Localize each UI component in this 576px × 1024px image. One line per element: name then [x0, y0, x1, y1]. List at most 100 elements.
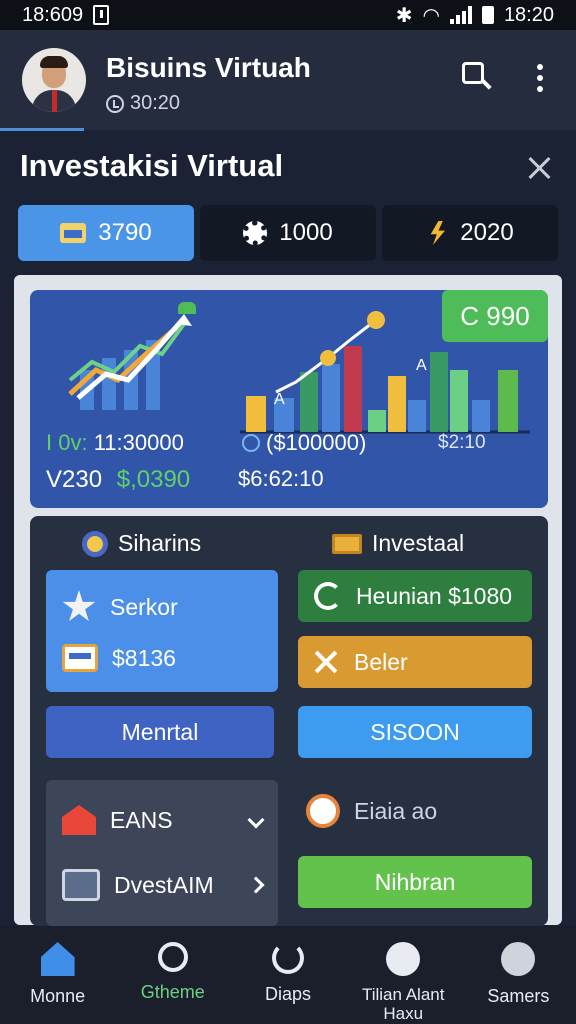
battery-icon — [481, 6, 494, 24]
signal-icon — [449, 6, 472, 24]
stat-5-value: $6:62:10 — [238, 466, 324, 491]
serkor-row: Serkor — [62, 590, 178, 624]
nihbran-label: Nihbran — [374, 868, 456, 895]
nav-diaps[interactable]: Diaps — [230, 926, 345, 1024]
nav-theme-label: Gtheme — [140, 982, 205, 1002]
right-heading-text: Investaal — [372, 530, 465, 556]
amount-row: $8136 — [62, 644, 176, 672]
stat-2-value: ($100000) — [266, 430, 367, 455]
header-title: Bisuins Virtuah — [106, 52, 311, 83]
bar-label-a1: A — [274, 391, 285, 408]
chip-bolt-label: 2020 — [460, 219, 514, 246]
list-item-eans[interactable]: EANS — [62, 805, 265, 835]
stat-1-label: I 0v: — [46, 430, 88, 455]
growth-arrow-graphic — [68, 314, 192, 410]
nav-samers[interactable]: Samers — [461, 926, 576, 1024]
user-icon — [501, 942, 536, 976]
sun-icon — [82, 530, 108, 557]
stat-4-label: V230 — [46, 466, 103, 493]
more-options-button[interactable] — [530, 60, 550, 96]
header-subtitle-text: 30:20 — [130, 92, 181, 114]
nav-theme[interactable]: Gtheme — [115, 926, 230, 1024]
wallet-icon — [60, 223, 87, 243]
chip-gear[interactable]: 1000 — [200, 205, 376, 261]
search-icon — [157, 942, 188, 972]
filter-chips: 3790 1000 2020 — [18, 205, 558, 261]
list-item-dvestaim[interactable]: DvestAIM — [62, 869, 265, 901]
nihbran-button[interactable]: Nihbran — [298, 856, 532, 908]
eiaia-row: Eiaia ao — [306, 794, 437, 828]
chip-gear-label: 1000 — [279, 219, 333, 246]
stat-1-value: 11:30000 — [93, 430, 184, 455]
chevron-down-icon — [247, 811, 265, 829]
star-icon — [62, 590, 96, 621]
stat-1: I 0v: 11:30000 — [46, 430, 184, 456]
avatar[interactable] — [22, 48, 86, 112]
wifi-icon: ◠ — [422, 4, 440, 27]
nav-samers-label: Samers — [487, 986, 550, 1006]
chip-wallet[interactable]: 3790 — [18, 205, 194, 261]
plant-icon — [178, 302, 196, 314]
chevron-icon — [247, 876, 265, 894]
device-icon — [62, 869, 100, 901]
nav-home[interactable]: Monne — [0, 926, 115, 1024]
list-item-dvestaim-label: DvestAIM — [114, 871, 214, 898]
mascot-icon — [306, 794, 340, 828]
page-title: Investakisi Virtual — [20, 148, 284, 183]
serkor-label: Serkor — [110, 593, 178, 620]
close-x-icon — [314, 650, 338, 674]
chip-bolt[interactable]: 2020 — [382, 205, 558, 261]
overview-card[interactable]: A A C 990 I 0v: 11:30000 ($100000) $2:10… — [30, 290, 548, 508]
nav-tilian-label: Tilian Alant Haxu — [361, 985, 445, 1023]
bottom-nav: Monne Gtheme Diaps Tilian Alant Haxu Sam… — [0, 926, 576, 1024]
menrtal-label: Menrtal — [121, 718, 199, 745]
left-heading: Siharins — [82, 530, 201, 557]
close-button[interactable] — [528, 156, 552, 180]
heunian-button[interactable]: Heunian $1080 — [298, 570, 532, 622]
stat-4: V230 $,0390 — [46, 466, 190, 494]
sisoon-button[interactable]: SISOON — [298, 706, 532, 758]
stat-3-value: $2:10 — [438, 432, 486, 453]
status-bar: 18:609 ✱ ◠ 18:20 — [0, 0, 576, 30]
bluetooth-icon: ✱ — [395, 4, 413, 27]
home-icon — [40, 942, 75, 976]
actions-panel: Siharins Investaal Serkor $8136 Heunian … — [30, 516, 548, 926]
status-time-right: 18:20 — [503, 3, 554, 26]
beler-button[interactable]: Beler — [298, 636, 532, 688]
nav-tilian[interactable]: Tilian Alant Haxu — [346, 926, 461, 1024]
house-icon — [62, 805, 96, 835]
bolt-icon — [430, 221, 445, 245]
sisoon-label: SISOON — [370, 718, 460, 745]
chip-wallet-label: 3790 — [98, 219, 152, 246]
eiaia-label: Eiaia ao — [354, 797, 438, 824]
bar-label-a2: A — [416, 357, 427, 374]
cash-icon — [332, 533, 362, 554]
status-time-left: 18:609 — [22, 3, 84, 26]
beler-label: Beler — [354, 648, 408, 675]
header-subtitle: 30:20 — [106, 92, 180, 115]
nav-diaps-label: Diaps — [264, 984, 312, 1004]
right-heading: Investaal — [332, 530, 464, 557]
left-heading-text: Siharins — [118, 530, 202, 556]
heunian-label: Heunian $1080 — [356, 582, 513, 609]
balance-badge[interactable]: C 990 — [442, 290, 548, 342]
badge-icon — [386, 942, 421, 976]
app-header: Bisuins Virtuah 30:20 — [0, 30, 576, 130]
sim-card-icon — [93, 5, 110, 25]
nav-home-label: Monne — [30, 986, 86, 1006]
stat-2: ($100000) — [242, 430, 366, 456]
coin-icon — [242, 434, 260, 452]
clock-icon — [106, 94, 124, 113]
options-list: EANS DvestAIM — [46, 780, 278, 926]
menrtal-button[interactable]: Menrtal — [46, 706, 274, 758]
gear-icon — [243, 221, 268, 245]
search-button[interactable] — [460, 60, 494, 96]
card-icon — [62, 644, 98, 672]
amount-label: $8136 — [112, 644, 176, 671]
list-item-eans-label: EANS — [110, 806, 173, 833]
stat-4-value: $,0390 — [116, 466, 191, 493]
serkor-tile[interactable]: Serkor $8136 — [46, 570, 278, 692]
refresh-icon — [314, 582, 342, 610]
diagram-icon — [272, 942, 304, 974]
header-underline — [0, 128, 84, 131]
